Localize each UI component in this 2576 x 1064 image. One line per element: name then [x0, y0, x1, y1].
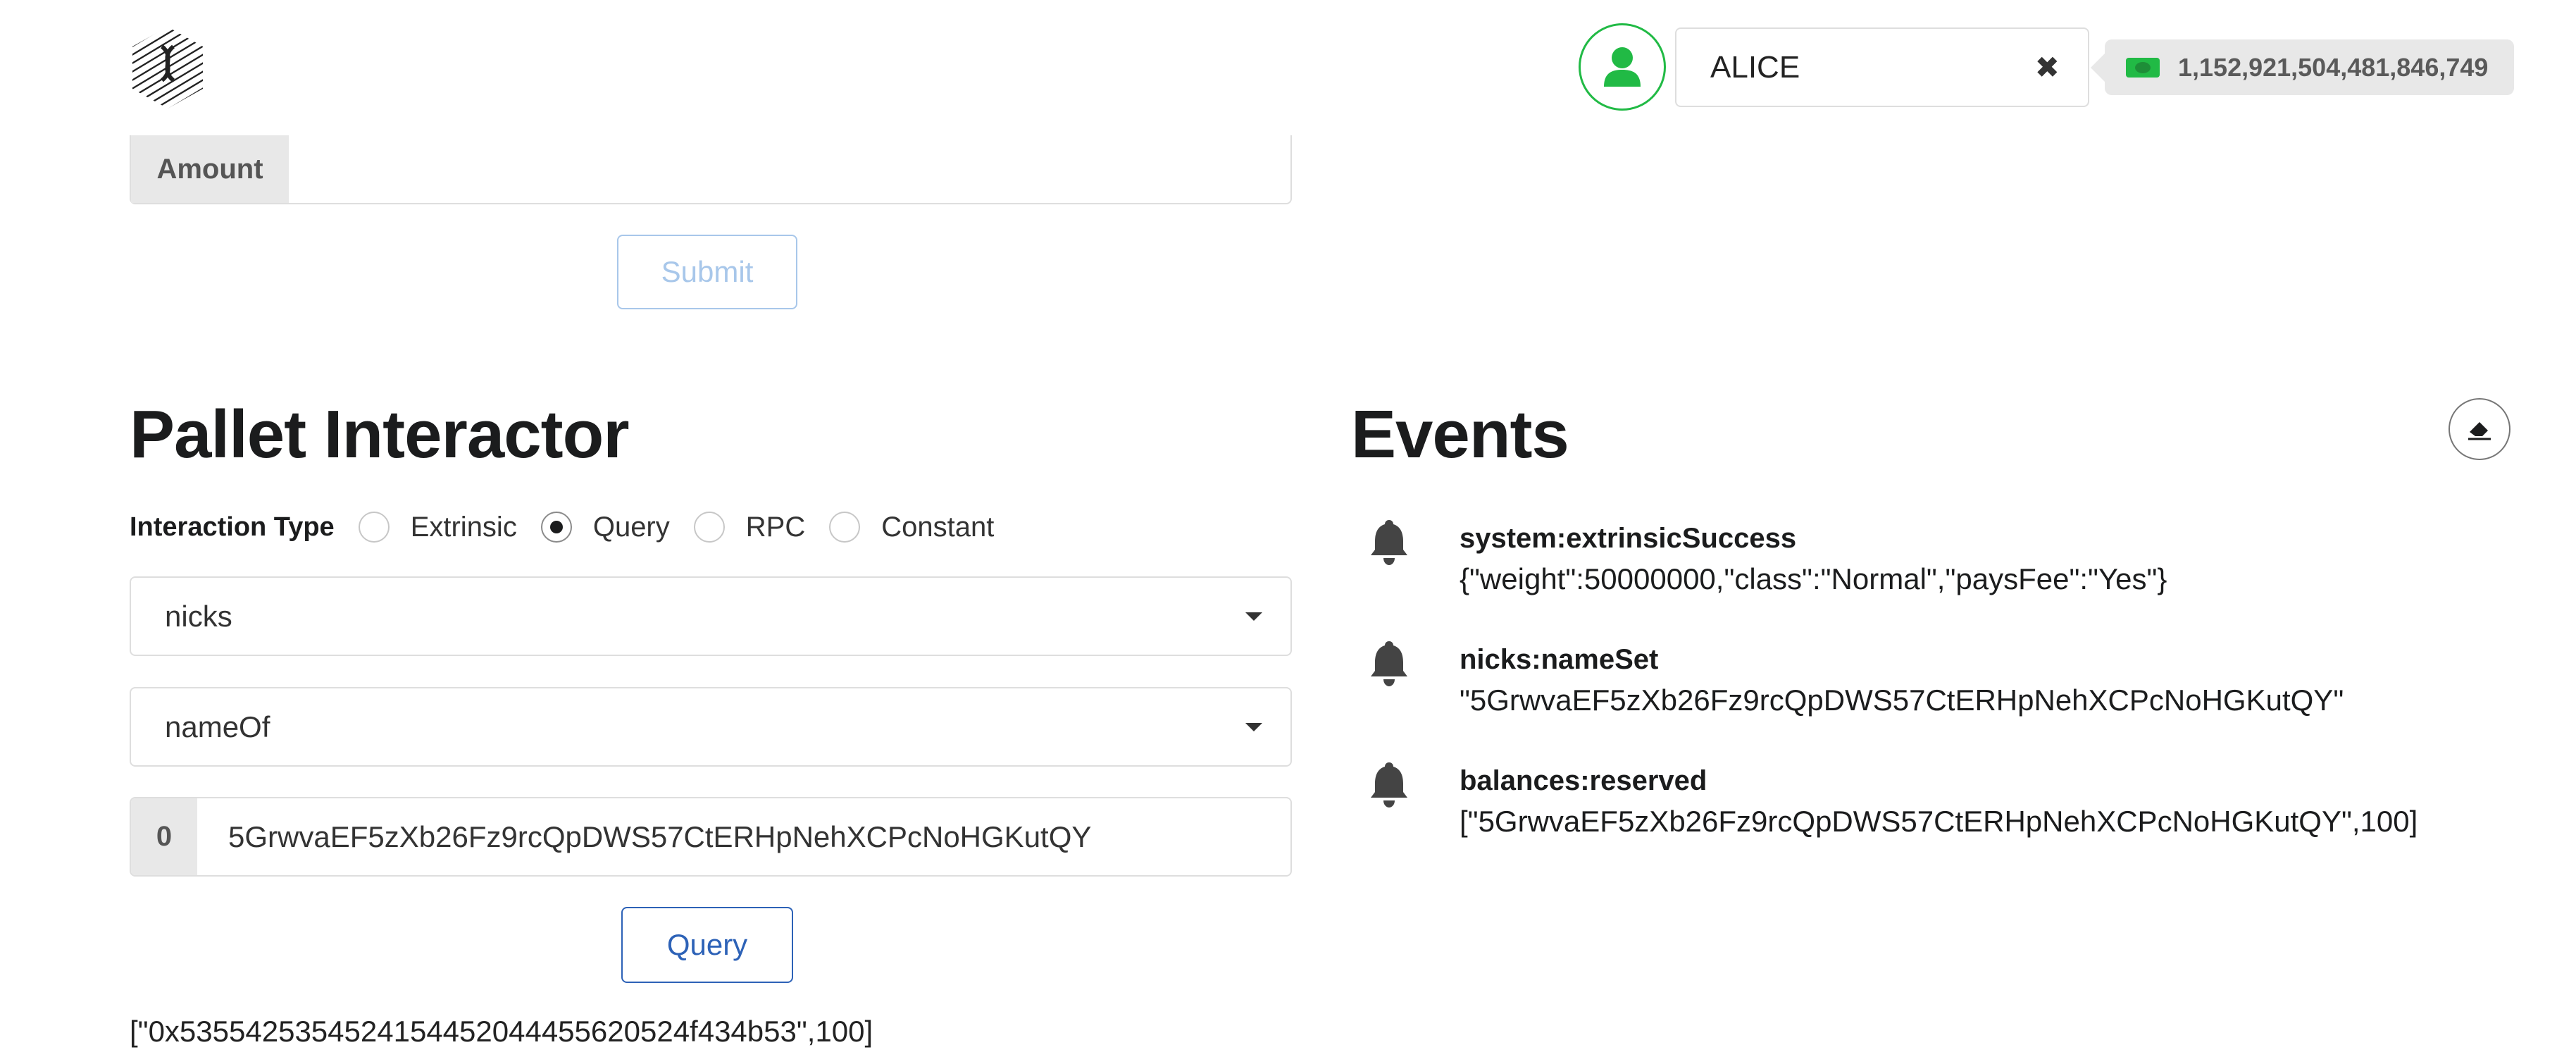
event-title: system:extrinsicSuccess — [1460, 523, 1797, 554]
param-label: 0 — [131, 798, 197, 875]
radio-query[interactable]: Query — [540, 511, 670, 543]
money-bill-icon — [2126, 57, 2160, 78]
logo-icon — [130, 25, 206, 110]
radio-rpc[interactable]: RPC — [693, 511, 806, 543]
amount-field: Amount — [130, 135, 1292, 204]
close-icon[interactable]: ✖ — [2035, 50, 2060, 85]
pallet-interactor-title: Pallet Interactor — [130, 397, 630, 472]
radio-label: Query — [592, 511, 670, 543]
submit-button[interactable]: Submit — [617, 235, 797, 309]
pallet-dropdown[interactable]: nicks — [130, 576, 1292, 656]
radio-constant[interactable]: Constant — [829, 512, 994, 543]
bell-icon — [1371, 762, 1407, 808]
interaction-type-group: Interaction Type Extrinsic Query RPC Con… — [130, 506, 1018, 548]
user-icon — [1604, 47, 1641, 87]
bell-icon — [1371, 520, 1407, 565]
caret-down-icon — [1245, 612, 1262, 621]
event-data: ["5GrwvaEF5zXb26Fz9rcQpDWS57CtERHpNehXCP… — [1460, 805, 2418, 838]
query-result: ["0x5355425354524154452044455620524f434b… — [130, 1015, 873, 1048]
account-selector[interactable]: ALICE ✖ — [1675, 27, 2089, 107]
event-title: nicks:nameSet — [1460, 644, 1659, 675]
radio-label: Constant — [881, 511, 995, 543]
pallet-dropdown-value: nicks — [165, 599, 232, 633]
avatar[interactable] — [1579, 23, 1666, 111]
radio-label: RPC — [745, 511, 806, 543]
radio-extrinsic[interactable]: Extrinsic — [358, 511, 517, 543]
interaction-type-label: Interaction Type — [130, 512, 335, 542]
eraser-icon — [2468, 422, 2491, 440]
event-data: "5GrwvaEF5zXb26Fz9rcQpDWS57CtERHpNehXCPc… — [1460, 683, 2344, 717]
query-button[interactable]: Query — [621, 907, 793, 983]
events-title: Events — [1351, 397, 1569, 472]
radio-button[interactable] — [829, 512, 861, 543]
radio-button[interactable] — [540, 512, 572, 543]
balance-label: 1,152,921,504,481,846,749 — [2091, 39, 2514, 95]
caret-down-icon — [1245, 722, 1262, 731]
account-name: ALICE — [1710, 49, 1800, 85]
amount-label: Amount — [131, 135, 289, 203]
callable-dropdown[interactable]: nameOf — [130, 687, 1292, 767]
amount-input[interactable] — [289, 135, 1290, 203]
param-input[interactable] — [197, 798, 1290, 875]
radio-label: Extrinsic — [410, 511, 517, 543]
balance-value: 1,152,921,504,481,846,749 — [2178, 52, 2489, 82]
radio-button[interactable] — [693, 512, 725, 543]
clear-events-button[interactable] — [2449, 398, 2510, 460]
param-field: 0 — [130, 797, 1292, 877]
event-title: balances:reserved — [1460, 765, 1707, 796]
bell-icon — [1371, 641, 1407, 686]
event-data: {"weight":50000000,"class":"Normal","pay… — [1460, 562, 2167, 595]
callable-dropdown-value: nameOf — [165, 710, 270, 743]
radio-button[interactable] — [358, 512, 390, 543]
